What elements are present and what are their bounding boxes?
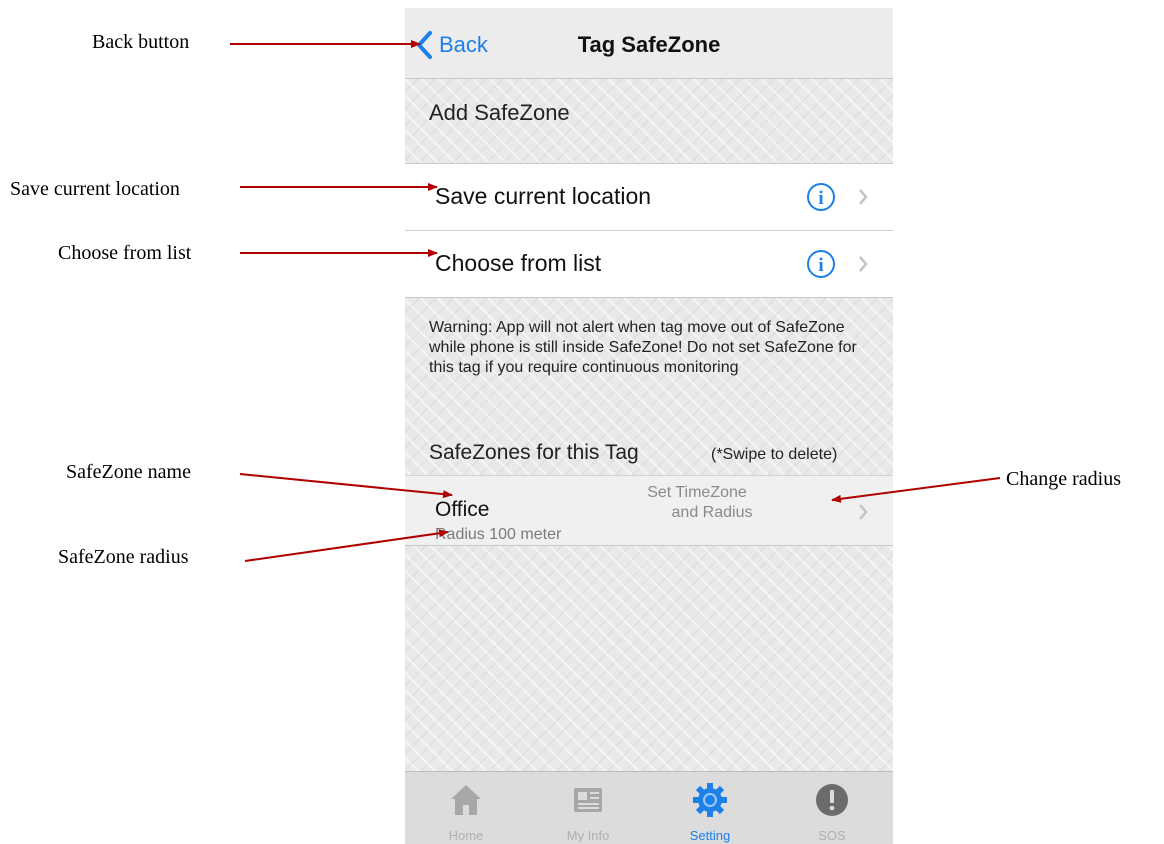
callout-choose-from-list: Choose from list	[58, 242, 192, 264]
tab-sos-label: SOS	[818, 828, 846, 843]
warning-text: Warning: App will not alert when tag mov…	[429, 319, 857, 376]
tab-home-label: Home	[448, 828, 484, 843]
home-icon	[451, 785, 481, 815]
callout-safezone-radius: SafeZone radius	[58, 546, 189, 568]
safezone-name: Office	[435, 498, 490, 521]
tab-my-info[interactable]: My Info	[527, 772, 649, 844]
alert-icon	[816, 784, 848, 816]
newspaper-icon	[574, 788, 602, 812]
tab-bar: Home My Info Setting SOS	[405, 771, 893, 844]
svg-text:i: i	[818, 188, 823, 209]
safezones-header: SafeZones for this Tag	[429, 441, 639, 464]
phone-screen: Back Tag SafeZone Add SafeZone Save curr…	[405, 8, 893, 844]
tab-setting-label: Setting	[689, 828, 731, 843]
set-timezone-label: Set TimeZone	[647, 484, 747, 501]
tab-my-info-label: My Info	[566, 828, 610, 843]
page-title: Tag SafeZone	[577, 32, 721, 57]
choose-from-list-label: Choose from list	[435, 250, 602, 276]
callout-save-current-location: Save current location	[10, 178, 180, 200]
gear-icon	[693, 783, 727, 817]
info-icon[interactable]: i	[806, 249, 836, 279]
save-current-location-row[interactable]: Save current location i	[405, 163, 893, 230]
add-safezone-header: Add SafeZone	[429, 100, 570, 125]
svg-text:i: i	[818, 255, 823, 276]
set-timezone-radius-button[interactable]: Set TimeZone and Radius	[617, 483, 777, 523]
choose-from-list-row[interactable]: Choose from list i	[405, 230, 893, 298]
tab-sos[interactable]: SOS	[771, 772, 893, 844]
callout-back-button: Back button	[92, 31, 190, 53]
chevron-right-icon	[859, 504, 868, 520]
safezone-row[interactable]: Office Radius 100 meter Set TimeZone and…	[405, 475, 893, 546]
info-icon[interactable]: i	[806, 182, 836, 212]
navigation-bar: Back Tag SafeZone	[405, 8, 893, 79]
tab-setting[interactable]: Setting	[649, 772, 771, 844]
tab-home[interactable]: Home	[405, 772, 527, 844]
and-radius-label: and Radius	[671, 504, 753, 521]
callout-safezone-name: SafeZone name	[66, 461, 191, 483]
safezone-radius: Radius 100 meter	[435, 526, 562, 543]
chevron-right-icon	[859, 189, 868, 205]
save-current-location-label: Save current location	[435, 183, 652, 209]
chevron-right-icon	[859, 256, 868, 272]
callout-change-radius: Change radius	[1006, 468, 1121, 490]
swipe-hint: (*Swipe to delete)	[711, 446, 838, 463]
